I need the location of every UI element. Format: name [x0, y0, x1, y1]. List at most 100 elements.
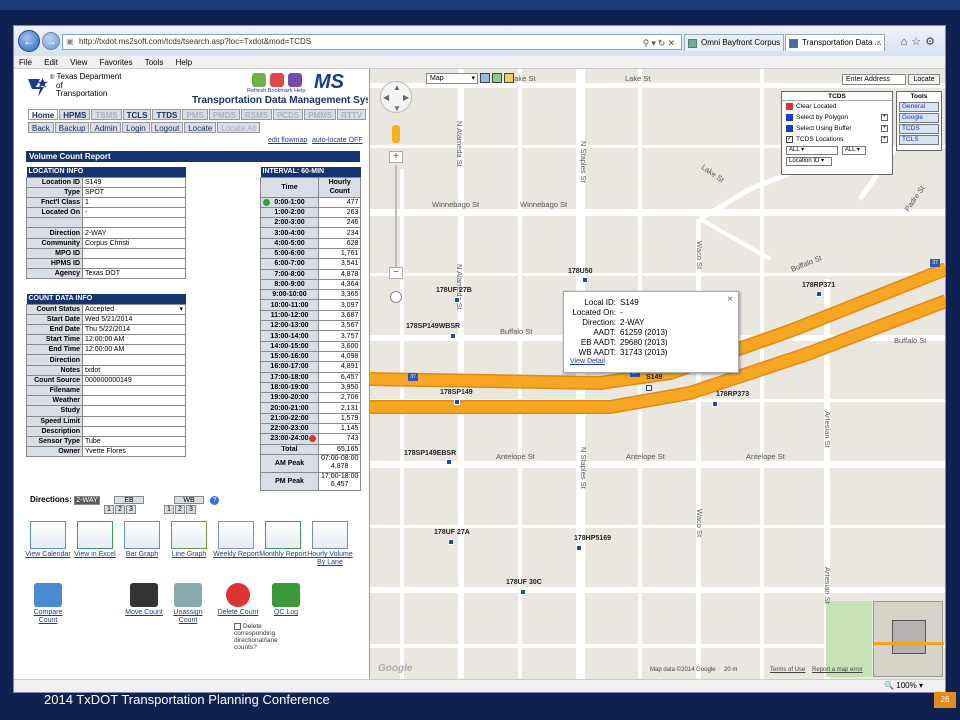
- magnifier-icon[interactable]: [390, 291, 402, 303]
- tab-omni[interactable]: Omni Bayfront Corpus ...: [684, 34, 784, 51]
- locate-all-button[interactable]: Locate All: [217, 122, 260, 133]
- hourly-volume-by-lane-tool[interactable]: Hourly Volume By Lane: [306, 521, 354, 567]
- select-by-polygon[interactable]: Select by Polygon +: [782, 112, 892, 123]
- zoom-box-icon[interactable]: [480, 73, 490, 83]
- module-tab-home[interactable]: Home: [28, 109, 59, 120]
- count-marker[interactable]: [454, 399, 460, 405]
- help-icon[interactable]: ?: [210, 496, 219, 505]
- edit-flowmap-link[interactable]: edit flowmap: [268, 137, 307, 144]
- zoom-in-icon[interactable]: +: [389, 151, 403, 163]
- minimap-viewport[interactable]: [892, 620, 926, 654]
- tool-google[interactable]: Google: [899, 113, 939, 123]
- clear-located[interactable]: Clear Located: [782, 101, 892, 112]
- tab-transportation[interactable]: Transportation Data ... ×: [785, 34, 885, 51]
- count-marker[interactable]: [446, 459, 452, 465]
- count-marker[interactable]: [454, 297, 460, 303]
- street-view-pegman-icon[interactable]: [392, 125, 400, 143]
- tool-general[interactable]: General: [899, 102, 939, 112]
- count-marker[interactable]: [816, 291, 822, 297]
- tool-tcds[interactable]: TCDS: [899, 124, 939, 134]
- module-tab-tsms[interactable]: TSMS: [91, 109, 122, 120]
- module-tab-pms[interactable]: PMS: [182, 109, 208, 120]
- locate-button[interactable]: Locate: [908, 74, 940, 85]
- menu-edit[interactable]: Edit: [44, 58, 58, 67]
- address-input[interactable]: Enter Address: [842, 74, 906, 85]
- wb-lane-3[interactable]: 3: [186, 505, 196, 514]
- line-graph-tool[interactable]: Line Graph: [165, 521, 213, 559]
- address-bar[interactable]: ▣ http://txdot.ms2soft.com/tcds/tsearch.…: [62, 34, 682, 50]
- bookmark-icon[interactable]: [270, 73, 284, 87]
- draw-icon[interactable]: [504, 73, 514, 83]
- backup-button[interactable]: Backup: [54, 122, 90, 133]
- filter-select-2[interactable]: ALL ▾: [841, 145, 866, 155]
- tool-tcls[interactable]: TCLS: [899, 135, 939, 145]
- zoom-out-icon[interactable]: −: [389, 267, 403, 279]
- menu-favorites[interactable]: Favorites: [100, 58, 133, 67]
- count-marker[interactable]: [448, 539, 454, 545]
- count-marker[interactable]: [450, 333, 456, 339]
- direction-2way[interactable]: 2-WAY: [74, 496, 100, 505]
- eb-lane-3[interactable]: 3: [126, 505, 136, 514]
- address-bar-icons[interactable]: ⚲▾↻✕: [643, 36, 677, 49]
- chevron-down-icon[interactable]: ▾: [179, 305, 183, 313]
- delete-count-tool[interactable]: Delete Count: [214, 583, 262, 617]
- back-button[interactable]: Back: [28, 122, 54, 133]
- ruler-icon[interactable]: [492, 73, 502, 83]
- locate-button[interactable]: Locate: [184, 122, 217, 133]
- zoom-rail[interactable]: [395, 165, 397, 267]
- view-detail-link[interactable]: View Detail: [570, 358, 605, 365]
- move-count-tool[interactable]: Move Count: [120, 583, 168, 617]
- selected-marker[interactable]: [646, 385, 652, 391]
- back-button[interactable]: ←: [18, 30, 40, 52]
- count-marker[interactable]: [712, 401, 718, 407]
- menu-help[interactable]: Help: [176, 58, 192, 67]
- bar-graph-tool[interactable]: Bar Graph: [118, 521, 166, 559]
- count-marker[interactable]: [576, 545, 582, 551]
- zoom-level[interactable]: 🔍 100% ▾: [884, 680, 923, 692]
- wb-lane-2[interactable]: 2: [175, 505, 185, 514]
- terms-link[interactable]: Terms of Use: [770, 667, 805, 673]
- view-in-excel-tool[interactable]: View in Excel: [71, 521, 119, 559]
- admin-button[interactable]: Admin: [90, 122, 122, 133]
- login-button[interactable]: Login: [122, 122, 150, 133]
- module-tab-rttv[interactable]: RTTV: [337, 109, 367, 120]
- module-tab-pmms[interactable]: PMMS: [304, 109, 337, 120]
- menu-view[interactable]: View: [70, 58, 87, 67]
- close-tab-icon[interactable]: ×: [876, 35, 881, 51]
- module-tab-rsms[interactable]: RSMS: [240, 109, 272, 120]
- stop-icon[interactable]: [309, 435, 316, 443]
- qc-log-tool[interactable]: QC Log: [262, 583, 310, 617]
- menu-file[interactable]: File: [19, 58, 32, 67]
- wb-lane-1[interactable]: 1: [164, 505, 174, 514]
- label-select[interactable]: Location ID ▾: [786, 156, 832, 166]
- play-icon[interactable]: [263, 198, 270, 206]
- module-tab-pcds[interactable]: PCDS: [272, 109, 304, 120]
- module-tab-pmds[interactable]: PMDS: [208, 109, 240, 120]
- compare-count-tool[interactable]: Compare Count: [24, 583, 72, 625]
- select-using-buffer[interactable]: Select Using Buffer +: [782, 123, 892, 134]
- info-value[interactable]: Accepted ▾: [82, 303, 186, 315]
- pan-control[interactable]: ▲ ▼ ◀ ▶: [380, 81, 412, 113]
- menu-tools[interactable]: Tools: [145, 58, 164, 67]
- view-calendar-tool[interactable]: View Calendar: [24, 521, 72, 559]
- direction-eb[interactable]: EB: [114, 496, 144, 504]
- zoom-control[interactable]: + −: [389, 151, 403, 281]
- delete-corresponding-checkbox[interactable]: Delete corresponding directional/lane co…: [234, 623, 280, 651]
- module-tab-hpms[interactable]: HPMS: [59, 109, 91, 120]
- weekly-report-tool[interactable]: Weekly Report: [212, 521, 260, 559]
- close-icon[interactable]: ×: [727, 294, 733, 305]
- tcds-locations[interactable]: ✓ TCDS Locations +: [782, 134, 892, 145]
- refresh-icon[interactable]: [252, 73, 266, 87]
- module-tab-tcls[interactable]: TCLS: [122, 109, 152, 120]
- auto-locate-link[interactable]: auto-locate OFF: [312, 137, 363, 144]
- module-tab-ttds[interactable]: TTDS: [152, 109, 182, 120]
- direction-wb[interactable]: WB: [174, 496, 204, 504]
- unassign-count-tool[interactable]: Unassign Count: [164, 583, 212, 625]
- map-type-select[interactable]: Map ▾: [426, 73, 478, 84]
- filter-select-1[interactable]: ALL ▾: [786, 145, 838, 155]
- eb-lane-1[interactable]: 1: [104, 505, 114, 514]
- monthly-report-tool[interactable]: Monthly Report: [259, 521, 307, 559]
- browser-toolbar-icons[interactable]: ⌂☆⚙: [901, 35, 939, 48]
- logout-button[interactable]: Logout: [150, 122, 184, 133]
- forward-button[interactable]: →: [42, 32, 60, 50]
